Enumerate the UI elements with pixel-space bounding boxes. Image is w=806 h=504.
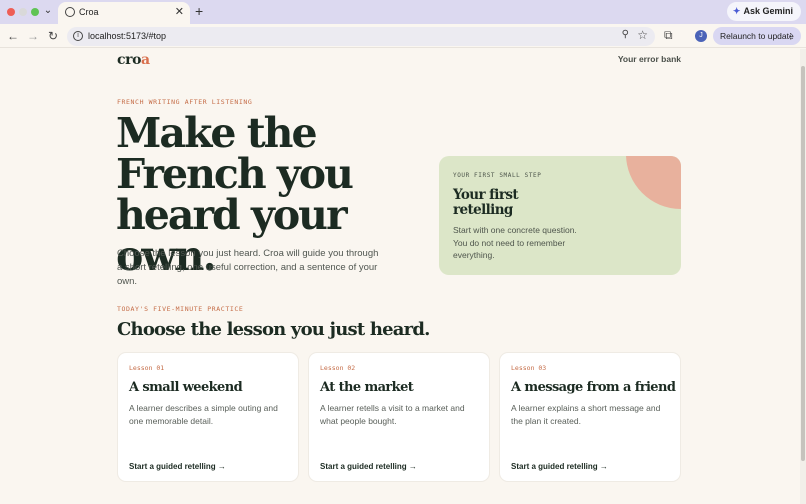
first-step-card: YOUR FIRST SMALL STEP Your first retelli…: [439, 156, 681, 275]
relaunch-label: Relaunch to update: [720, 31, 794, 41]
start-retelling-link[interactable]: Start a guided retelling →: [129, 462, 226, 471]
scrollbar-thumb[interactable]: [801, 66, 805, 461]
relaunch-to-update-button[interactable]: Relaunch to update ⋮: [713, 27, 801, 45]
address-bar[interactable]: i localhost:5173/#top ⚲ ☆: [67, 27, 655, 46]
url-text[interactable]: localhost:5173/#top: [88, 31, 166, 41]
new-tab-button[interactable]: +: [195, 3, 203, 19]
tab-title: Croa: [79, 7, 99, 17]
browser-tab[interactable]: Croa ✕: [58, 2, 190, 24]
lesson-description: A learner explains a short message and t…: [511, 403, 661, 426]
site-logo[interactable]: croa: [117, 52, 150, 68]
maximize-window-button[interactable]: [31, 8, 39, 16]
lesson-title: At the market: [320, 380, 414, 395]
tab-search-chevron-icon[interactable]: ⌄: [42, 4, 54, 18]
ask-gemini-label: Ask Gemini: [743, 6, 793, 16]
logo-text: cro: [117, 52, 142, 68]
lesson-card[interactable]: Lesson 01 A small weekend A learner desc…: [117, 352, 299, 482]
site-info-icon[interactable]: i: [73, 31, 83, 41]
back-arrow-icon[interactable]: ←: [6, 28, 20, 44]
start-retelling-link[interactable]: Start a guided retelling →: [511, 462, 608, 471]
lesson-description: A learner retells a visit to a market an…: [320, 403, 465, 426]
lesson-number: Lesson 02: [320, 364, 356, 372]
decorative-circle: [626, 156, 681, 209]
zoom-magnifier-icon[interactable]: ⚲: [622, 29, 629, 40]
minimize-window-button[interactable]: [19, 8, 27, 16]
profile-avatar[interactable]: J: [695, 30, 707, 42]
lesson-title: A small weekend: [129, 380, 243, 395]
browser-toolbar: ← → ↻ i localhost:5173/#top ⚲ ☆ ⧉ J Rela…: [0, 24, 806, 48]
practice-section-title: Choose the lesson you just heard.: [117, 319, 430, 340]
forward-arrow-icon[interactable]: →: [26, 28, 40, 44]
sparkle-icon: ✦: [732, 6, 741, 16]
practice-eyebrow: TODAY'S FIVE-MINUTE PRACTICE: [117, 305, 244, 313]
bookmark-star-icon[interactable]: ☆: [637, 28, 648, 42]
reload-icon[interactable]: ↻: [46, 28, 60, 44]
hero-subtitle: Choose the lesson you just heard. Croa w…: [117, 248, 379, 287]
lesson-title: A message from a friend: [511, 380, 676, 395]
step-card-eyebrow: YOUR FIRST SMALL STEP: [453, 172, 542, 179]
extensions-puzzle-icon[interactable]: ⧉: [664, 28, 673, 43]
lesson-number: Lesson 03: [511, 364, 547, 372]
lesson-number: Lesson 01: [129, 364, 165, 372]
step-card-text: Start with one concrete question. You do…: [453, 225, 577, 260]
hero-eyebrow: FRENCH WRITING AFTER LISTENING: [117, 98, 253, 106]
lesson-card[interactable]: Lesson 02 At the market A learner retell…: [308, 352, 490, 482]
start-retelling-link[interactable]: Start a guided retelling →: [320, 462, 417, 471]
page-scrollbar[interactable]: [800, 49, 806, 504]
close-window-button[interactable]: [7, 8, 15, 16]
browser-tab-bar: ⌄ Croa ✕ + ✦ Ask Gemini: [0, 0, 806, 24]
more-menu-icon[interactable]: ⋮: [787, 27, 796, 45]
globe-icon: [65, 7, 75, 17]
lesson-description: A learner describes a simple outing and …: [129, 403, 278, 426]
tab-close-icon[interactable]: ✕: [175, 5, 184, 18]
step-card-title: Your first retelling: [453, 187, 519, 218]
error-bank-link[interactable]: Your error bank: [618, 54, 681, 64]
logo-accent-letter: a: [141, 52, 150, 68]
page-content: croa Your error bank FRENCH WRITING AFTE…: [0, 49, 800, 504]
ask-gemini-button[interactable]: ✦ Ask Gemini: [726, 2, 801, 21]
lesson-card[interactable]: Lesson 03 A message from a friend A lear…: [499, 352, 681, 482]
